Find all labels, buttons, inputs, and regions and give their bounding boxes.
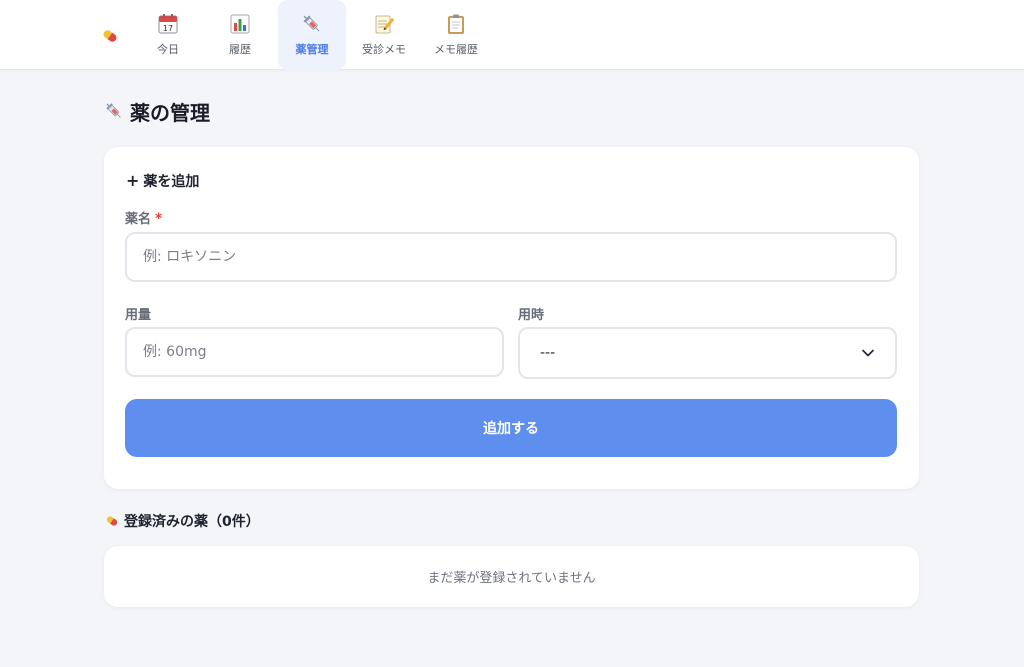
dose-input[interactable] [125, 327, 504, 377]
bar-chart-icon [230, 14, 250, 34]
add-medication-heading-text: 薬を追加 [143, 174, 200, 190]
tab-label: 今日 [157, 43, 179, 56]
registered-medications-heading: 登録済みの薬（0件） [104, 511, 260, 531]
tab-medication[interactable]: 薬管理 [278, 0, 346, 70]
add-medication-card: + 薬を追加 薬名* 用量 用時 --- 追加する [104, 147, 919, 489]
tab-today[interactable]: 17 今日 [134, 0, 202, 70]
timing-select[interactable]: --- [518, 327, 897, 379]
medicine-name-label-text: 薬名 [125, 212, 152, 227]
timing-label: 用時 [518, 308, 545, 323]
empty-state-message: まだ薬が登録されていません [427, 571, 596, 586]
chevron-down-icon [862, 349, 874, 357]
medicine-name-input[interactable] [125, 232, 897, 282]
plus-icon: + [126, 171, 140, 190]
pill-logo-icon [103, 30, 117, 42]
top-navigation-bar: 17 今日 履歴 薬管理 受診メモ メモ履歴 [0, 0, 1024, 70]
tab-history[interactable]: 履歴 [206, 0, 274, 70]
add-medication-heading: + 薬を追加 [126, 171, 199, 191]
nav-tabs: 17 今日 履歴 薬管理 受診メモ メモ履歴 [134, 0, 494, 70]
registered-medications-heading-text: 登録済みの薬（0件） [124, 514, 260, 530]
tab-label: 薬管理 [295, 43, 329, 56]
tab-visit-memo[interactable]: 受診メモ [350, 0, 418, 70]
add-medication-button[interactable]: 追加する [125, 399, 897, 457]
syringe-icon [106, 103, 121, 118]
memo-icon [375, 15, 395, 34]
tab-label: 履歴 [229, 43, 251, 56]
tab-label: 受診メモ [362, 43, 406, 56]
page-title: 薬の管理 [104, 97, 210, 125]
dose-label: 用量 [125, 308, 152, 323]
svg-text:17: 17 [163, 24, 173, 33]
required-mark: * [155, 211, 163, 227]
tab-memo-history[interactable]: メモ履歴 [422, 0, 490, 70]
timing-select-value: --- [540, 345, 556, 361]
registered-medications-list: まだ薬が登録されていません [104, 546, 919, 607]
clipboard-icon [448, 14, 464, 34]
calendar-icon: 17 [158, 14, 178, 34]
medicine-name-label: 薬名 * [125, 208, 162, 227]
page-title-text: 薬の管理 [130, 100, 210, 125]
pill-icon [106, 516, 118, 526]
syringe-icon [303, 15, 320, 32]
tab-label: メモ履歴 [434, 43, 478, 56]
